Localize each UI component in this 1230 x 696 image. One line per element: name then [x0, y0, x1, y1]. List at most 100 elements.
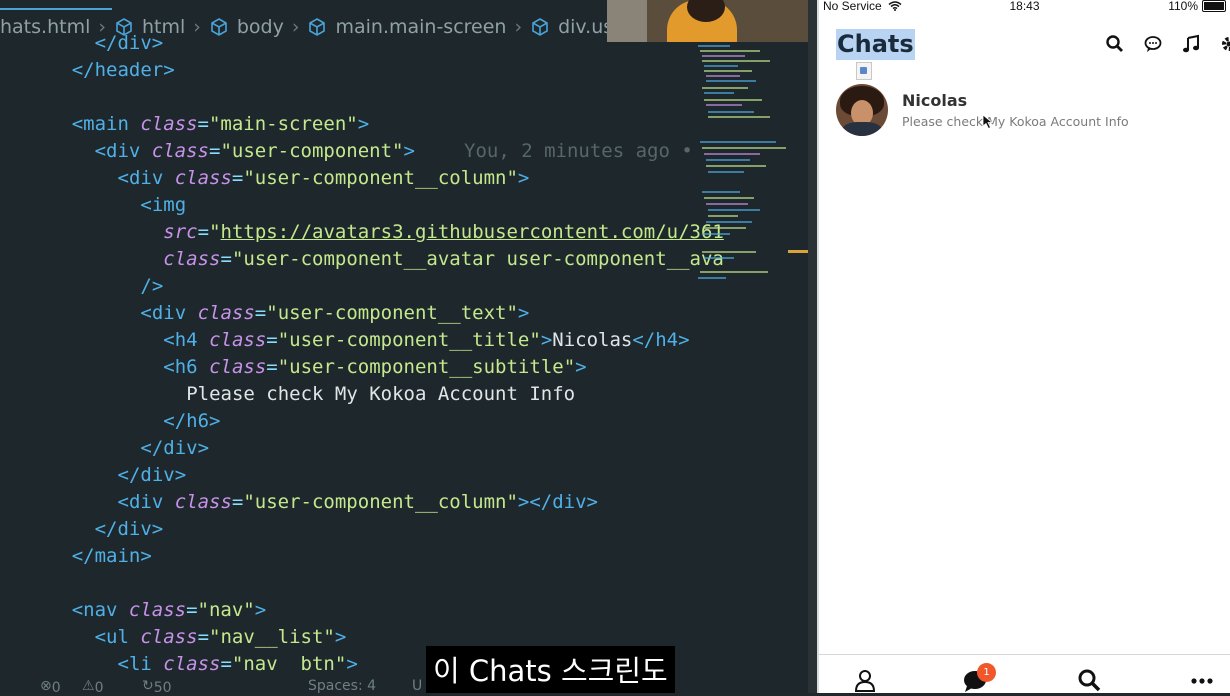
code-line[interactable]: <h4 class="user-component__title">Nicola… [0, 327, 724, 354]
code-token: class [129, 599, 186, 621]
code-token: </h6> [163, 410, 220, 432]
code-token: = [255, 302, 266, 324]
code-token: <h6 [163, 356, 209, 378]
code-line[interactable]: <main class="main-screen"> [0, 111, 724, 138]
code-token: class [198, 302, 255, 324]
code-token: = [209, 140, 220, 162]
code-token: class [175, 491, 232, 513]
code-token: <img [140, 194, 186, 216]
code-token: <div [95, 140, 152, 162]
code-token: class [209, 356, 266, 378]
code-line[interactable]: </div> [0, 435, 724, 462]
broken-image-icon [856, 62, 872, 80]
code-token: </header> [72, 59, 175, 81]
code-line[interactable]: </div> [0, 516, 724, 543]
video-subtitle: 이 Chats 스크린도 [426, 646, 675, 693]
page-title: Chats [836, 29, 915, 60]
mobile-preview: No Service 18:43 110% Chats Nicolas Plea… [819, 0, 1230, 693]
code-line[interactable]: <img [0, 192, 724, 219]
code-line[interactable]: </h6> [0, 408, 724, 435]
code-token: Please check My Kokoa Account Info [186, 383, 575, 405]
scrollbar-highlight [788, 250, 808, 253]
code-token: = [221, 248, 232, 270]
user-text: Nicolas Please check My Kokoa Account In… [902, 91, 1129, 129]
code-token: > [346, 653, 357, 675]
code-token: "user-component__subtitle" [278, 356, 575, 378]
user-icon[interactable] [852, 667, 878, 693]
code-line[interactable]: </div> [0, 462, 724, 489]
minimap[interactable] [690, 42, 790, 292]
mouse-cursor-icon [982, 114, 994, 130]
code-token: <h4 [163, 329, 209, 351]
more-icon[interactable] [1189, 667, 1215, 693]
code-token: class [152, 140, 209, 162]
code-token: > [403, 140, 414, 162]
code-token: <li [118, 653, 164, 675]
warning-count[interactable]: ⚠ 0 [82, 678, 95, 693]
code-line[interactable]: src="https://avatars3.githubusercontent.… [0, 219, 724, 246]
code-token: </div> [95, 32, 164, 54]
code-token: </main> [72, 545, 152, 567]
code-editor[interactable]: hats.html › html › body › main.main-scre… [0, 0, 808, 693]
code-token: "nav__list" [209, 626, 335, 648]
battery-percent: 110% [1168, 0, 1198, 13]
git-blame-annotation: You, 2 minutes ago • [464, 140, 693, 162]
code-token: <div [140, 302, 197, 324]
code-token: "user-component__column" [243, 491, 518, 513]
ios-status-bar: No Service 18:43 110% [819, 0, 1230, 14]
code-token: https://avatars3.githubusercontent.com/u… [221, 221, 724, 243]
code-line[interactable]: /> [0, 273, 724, 300]
code-token: = [232, 491, 243, 513]
code-line[interactable]: <nav class="nav"> [0, 597, 724, 624]
header-actions [1105, 34, 1230, 54]
avatar [836, 84, 888, 136]
code-token: </div> [95, 518, 164, 540]
code-line[interactable]: Please check My Kokoa Account Info [0, 381, 724, 408]
code-token: class [209, 329, 266, 351]
error-count[interactable]: ⊗ 0 [40, 678, 52, 693]
code-token: " [209, 221, 220, 243]
code-lines[interactable]: </div> </header> <main class="main-screen"… [0, 30, 724, 678]
code-token: > [358, 113, 369, 135]
code-token: = [266, 329, 277, 351]
code-token: class [175, 167, 232, 189]
code-line[interactable]: <div class="user-component__text"> [0, 300, 724, 327]
code-token: = [198, 221, 209, 243]
code-line[interactable]: <div class="user-component__column"> [0, 165, 724, 192]
code-token: <ul [95, 626, 141, 648]
code-token: > [255, 599, 266, 621]
indentation-setting[interactable]: Spaces: 4 [308, 678, 376, 693]
user-title: Nicolas [902, 91, 1129, 110]
gear-icon[interactable] [1219, 34, 1230, 54]
code-token: <div [118, 491, 175, 513]
bottom-nav [819, 654, 1230, 693]
code-token: "user-component__column" [243, 167, 518, 189]
code-token: </div> [140, 437, 209, 459]
code-line[interactable]: <div class="user-component__column"></di… [0, 489, 724, 516]
code-token: </h4> [632, 329, 689, 351]
code-token: = [266, 356, 277, 378]
code-token: "nav btn" [232, 653, 346, 675]
code-line[interactable] [0, 84, 724, 111]
music-icon[interactable] [1181, 34, 1201, 54]
code-line[interactable]: <h6 class="user-component__subtitle"> [0, 354, 724, 381]
code-token: </div> [118, 464, 187, 486]
user-subtitle: Please check My Kokoa Account Info [902, 114, 1129, 129]
code-line[interactable]: </header> [0, 57, 724, 84]
chat-bubble-icon[interactable] [1143, 34, 1163, 54]
code-token: "user-component__text" [266, 302, 518, 324]
code-line[interactable]: class="user-component__avatar user-compo… [0, 246, 724, 273]
search-icon[interactable] [1076, 667, 1102, 693]
search-icon[interactable] [1105, 34, 1125, 54]
code-token: "user-component" [220, 140, 403, 162]
code-token: class [140, 113, 197, 135]
webcam-overlay [607, 0, 808, 42]
code-token: > [575, 356, 586, 378]
encoding-setting[interactable]: U [412, 678, 422, 693]
session-time[interactable]: ↻ 50 mins [142, 678, 154, 693]
code-line[interactable]: </main> [0, 543, 724, 570]
code-token: <main [72, 113, 141, 135]
code-token: = [220, 653, 231, 675]
code-line[interactable] [0, 570, 724, 597]
code-token: /> [140, 275, 163, 297]
